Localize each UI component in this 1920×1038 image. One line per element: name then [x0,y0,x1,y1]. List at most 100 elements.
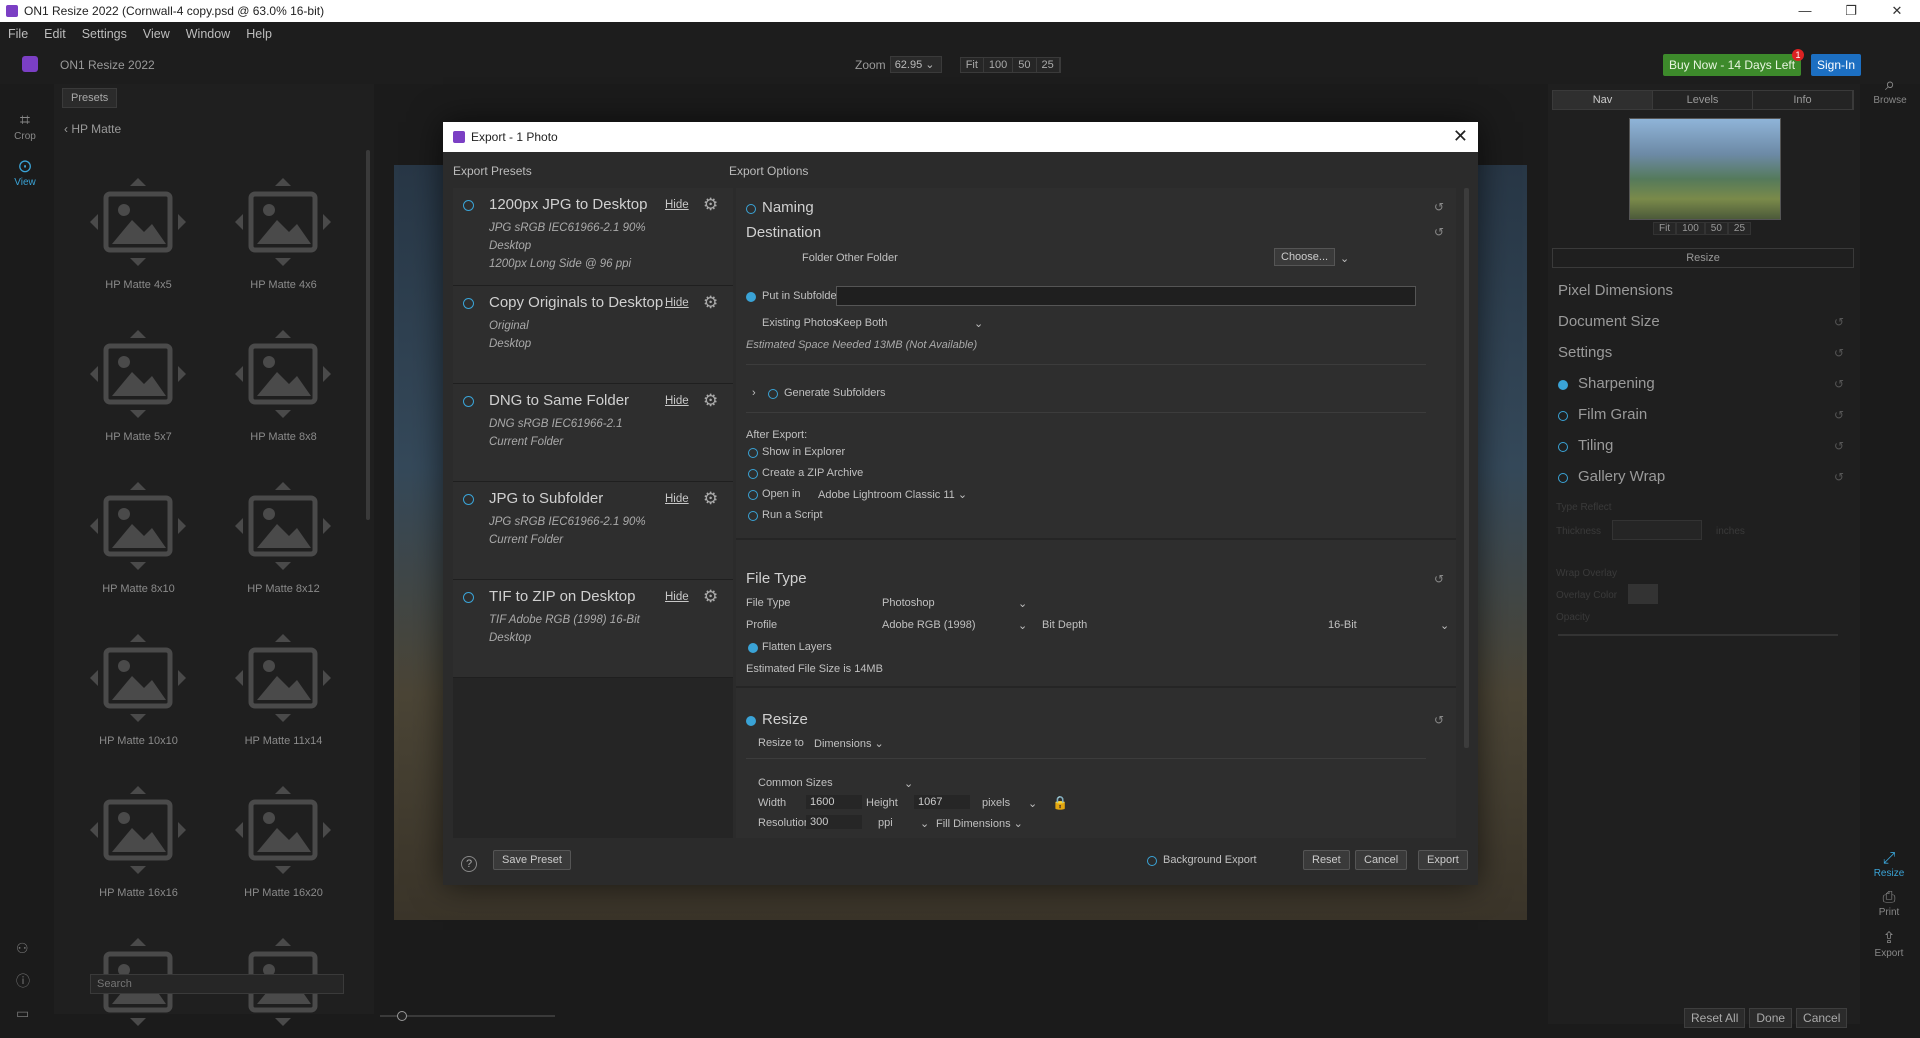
run-script-toggle[interactable] [748,511,758,521]
thickness-input[interactable] [1612,520,1702,540]
reset-icon[interactable]: ↺ [1834,439,1844,453]
show-in-explorer-toggle[interactable] [748,448,758,458]
preset-hide-link[interactable]: Hide [665,297,689,309]
preset-hide-link[interactable]: Hide [665,395,689,407]
preset-thumbnail-item[interactable]: HP Matte 8x12 [211,468,356,620]
subfolder-name-input[interactable] [836,286,1416,306]
preset-radio[interactable] [463,200,474,211]
gear-icon[interactable]: ⚙ [703,195,718,215]
generate-subfolders-toggle[interactable] [768,389,778,399]
menu-settings[interactable]: Settings [82,27,127,41]
preset-search-input[interactable] [90,974,344,994]
reset-icon[interactable]: ↺ [1834,408,1844,422]
zoom-value-dropdown[interactable]: 62.95 ⌄ [889,56,942,73]
export-preset-item[interactable]: JPG to Subfolder Hide ⚙ JPG sRGB IEC61966-2… [453,482,733,580]
create-zip-toggle[interactable] [748,469,758,479]
export-preset-item[interactable]: 1200px JPG to Desktop Hide ⚙ JPG sRGB IEC61… [453,188,733,286]
done-button[interactable]: Done [1749,1008,1793,1028]
nav-100-button[interactable]: 100 [1676,222,1705,235]
preset-thumbnail-item[interactable]: HP Matte 10x10 [66,620,211,772]
reset-icon[interactable]: ↺ [1834,470,1844,484]
gear-icon[interactable]: ⚙ [703,489,718,509]
resolution-unit-dropdown[interactable]: ppi ⌄ [878,817,929,830]
export-module-button[interactable]: ⇪ Export [1866,928,1912,959]
preset-hide-link[interactable]: Hide [665,493,689,505]
tab-nav[interactable]: Nav [1553,91,1653,109]
preset-thumbnail-item[interactable]: HP Matte 8x8 [211,316,356,468]
gallery-wrap-toggle[interactable]: Gallery Wrap ↺ [1558,468,1848,485]
menu-help[interactable]: Help [246,27,272,41]
preset-thumbnail-item[interactable]: HP Matte 5x7 [66,316,211,468]
browse-button[interactable]: ⌕ Browse [1870,74,1910,106]
tab-info[interactable]: Info [1753,91,1853,109]
width-input[interactable]: 1600 [806,795,862,809]
document-size-section[interactable]: Document Size ↺ [1558,313,1848,330]
nav-50-button[interactable]: 50 [1704,222,1728,235]
reset-icon[interactable]: ↺ [1834,377,1844,391]
export-preset-item[interactable]: TIF to ZIP on Desktop Hide ⚙ TIF Adobe RGB … [453,580,733,678]
pixel-dimensions-section[interactable]: Pixel Dimensions [1558,282,1848,299]
menu-view[interactable]: View [143,27,170,41]
gear-icon[interactable]: ⚙ [703,391,718,411]
folder-dropdown[interactable]: Other Folder ⌄ [836,252,1349,265]
tab-levels[interactable]: Levels [1653,91,1753,109]
preset-thumbnail-item[interactable]: HP Matte 16x16 [66,772,211,924]
menu-edit[interactable]: Edit [44,27,66,41]
background-export-toggle[interactable] [1147,856,1157,866]
preset-hide-link[interactable]: Hide [665,199,689,211]
preset-hide-link[interactable]: Hide [665,591,689,603]
reset-icon[interactable]: ↺ [1834,315,1844,329]
preset-thumbnail-item[interactable]: HP Matte 4x5 [66,164,211,316]
profile-dropdown[interactable]: Adobe RGB (1998) ⌄ [882,619,1027,632]
footer-cancel-button[interactable]: Cancel [1796,1008,1848,1028]
preset-thumbnail-item[interactable]: HP Matte 8x10 [66,468,211,620]
bottom-slider-knob[interactable] [397,1011,407,1021]
export-preset-item[interactable]: DNG to Same Folder Hide ⚙ DNG sRGB IEC61966… [453,384,733,482]
naming-toggle[interactable] [746,204,756,214]
cancel-button[interactable]: Cancel [1355,850,1408,870]
existing-photos-dropdown[interactable]: Keep Both ⌄ [836,317,983,330]
opacity-slider[interactable] [1558,634,1838,636]
dialog-close-button[interactable]: ✕ [1453,126,1468,147]
resize-toggle[interactable] [746,716,756,726]
help-circle-icon[interactable]: ⓘ [16,971,30,991]
naming-reset-icon[interactable]: ↺ [1434,200,1444,214]
help-button[interactable]: ? [461,856,477,872]
overlay-color-swatch[interactable] [1628,584,1658,604]
close-window-button[interactable]: ✕ [1874,0,1920,22]
menu-file[interactable]: File [8,27,28,41]
nav-fit-button[interactable]: Fit [1653,222,1677,235]
reset-icon[interactable]: ↺ [1834,346,1844,360]
zoom-fit-button[interactable]: Fit [960,57,984,72]
presets-scrollbar[interactable] [366,150,370,520]
flatten-layers-toggle[interactable] [748,643,758,653]
panel-toggle-icon[interactable]: ▭ [16,1005,30,1022]
minimize-button[interactable]: — [1782,0,1828,22]
view-tool[interactable]: ⊙ View [0,156,50,188]
gear-icon[interactable]: ⚙ [703,293,718,313]
preset-radio[interactable] [463,298,474,309]
maximize-button[interactable]: ❐ [1828,0,1874,22]
crop-tool[interactable]: ⌗ Crop [0,110,50,142]
preset-radio[interactable] [463,494,474,505]
preset-radio[interactable] [463,396,474,407]
destination-reset-icon[interactable]: ↺ [1434,225,1444,239]
file-type-dropdown[interactable]: Photoshop ⌄ [882,597,1027,610]
zoom-50-button[interactable]: 50 [1013,57,1037,72]
save-preset-button[interactable]: Save Preset [493,850,571,870]
resize-reset-icon[interactable]: ↺ [1434,713,1444,727]
navigator-thumbnail[interactable] [1629,118,1781,220]
zoom-25-button[interactable]: 25 [1036,57,1060,72]
put-in-subfolder-toggle[interactable] [746,292,756,302]
presets-tab[interactable]: Presets [62,88,118,108]
zoom-100-button[interactable]: 100 [983,57,1014,72]
resolution-input[interactable]: 300 [806,815,862,829]
preset-thumbnail-item[interactable]: HP Matte 16x20 [211,772,356,924]
print-module-button[interactable]: ⎙ Print [1866,889,1912,918]
file-type-reset-icon[interactable]: ↺ [1434,572,1444,586]
settings-section[interactable]: Settings ↺ [1558,344,1848,361]
common-sizes-dropdown[interactable]: Common Sizes ⌄ [758,777,913,790]
film-grain-toggle[interactable]: Film Grain ↺ [1558,406,1848,423]
bit-depth-dropdown[interactable]: 16-Bit ⌄ [1328,619,1449,632]
generate-subfolders-expand-icon[interactable]: › [752,387,756,399]
